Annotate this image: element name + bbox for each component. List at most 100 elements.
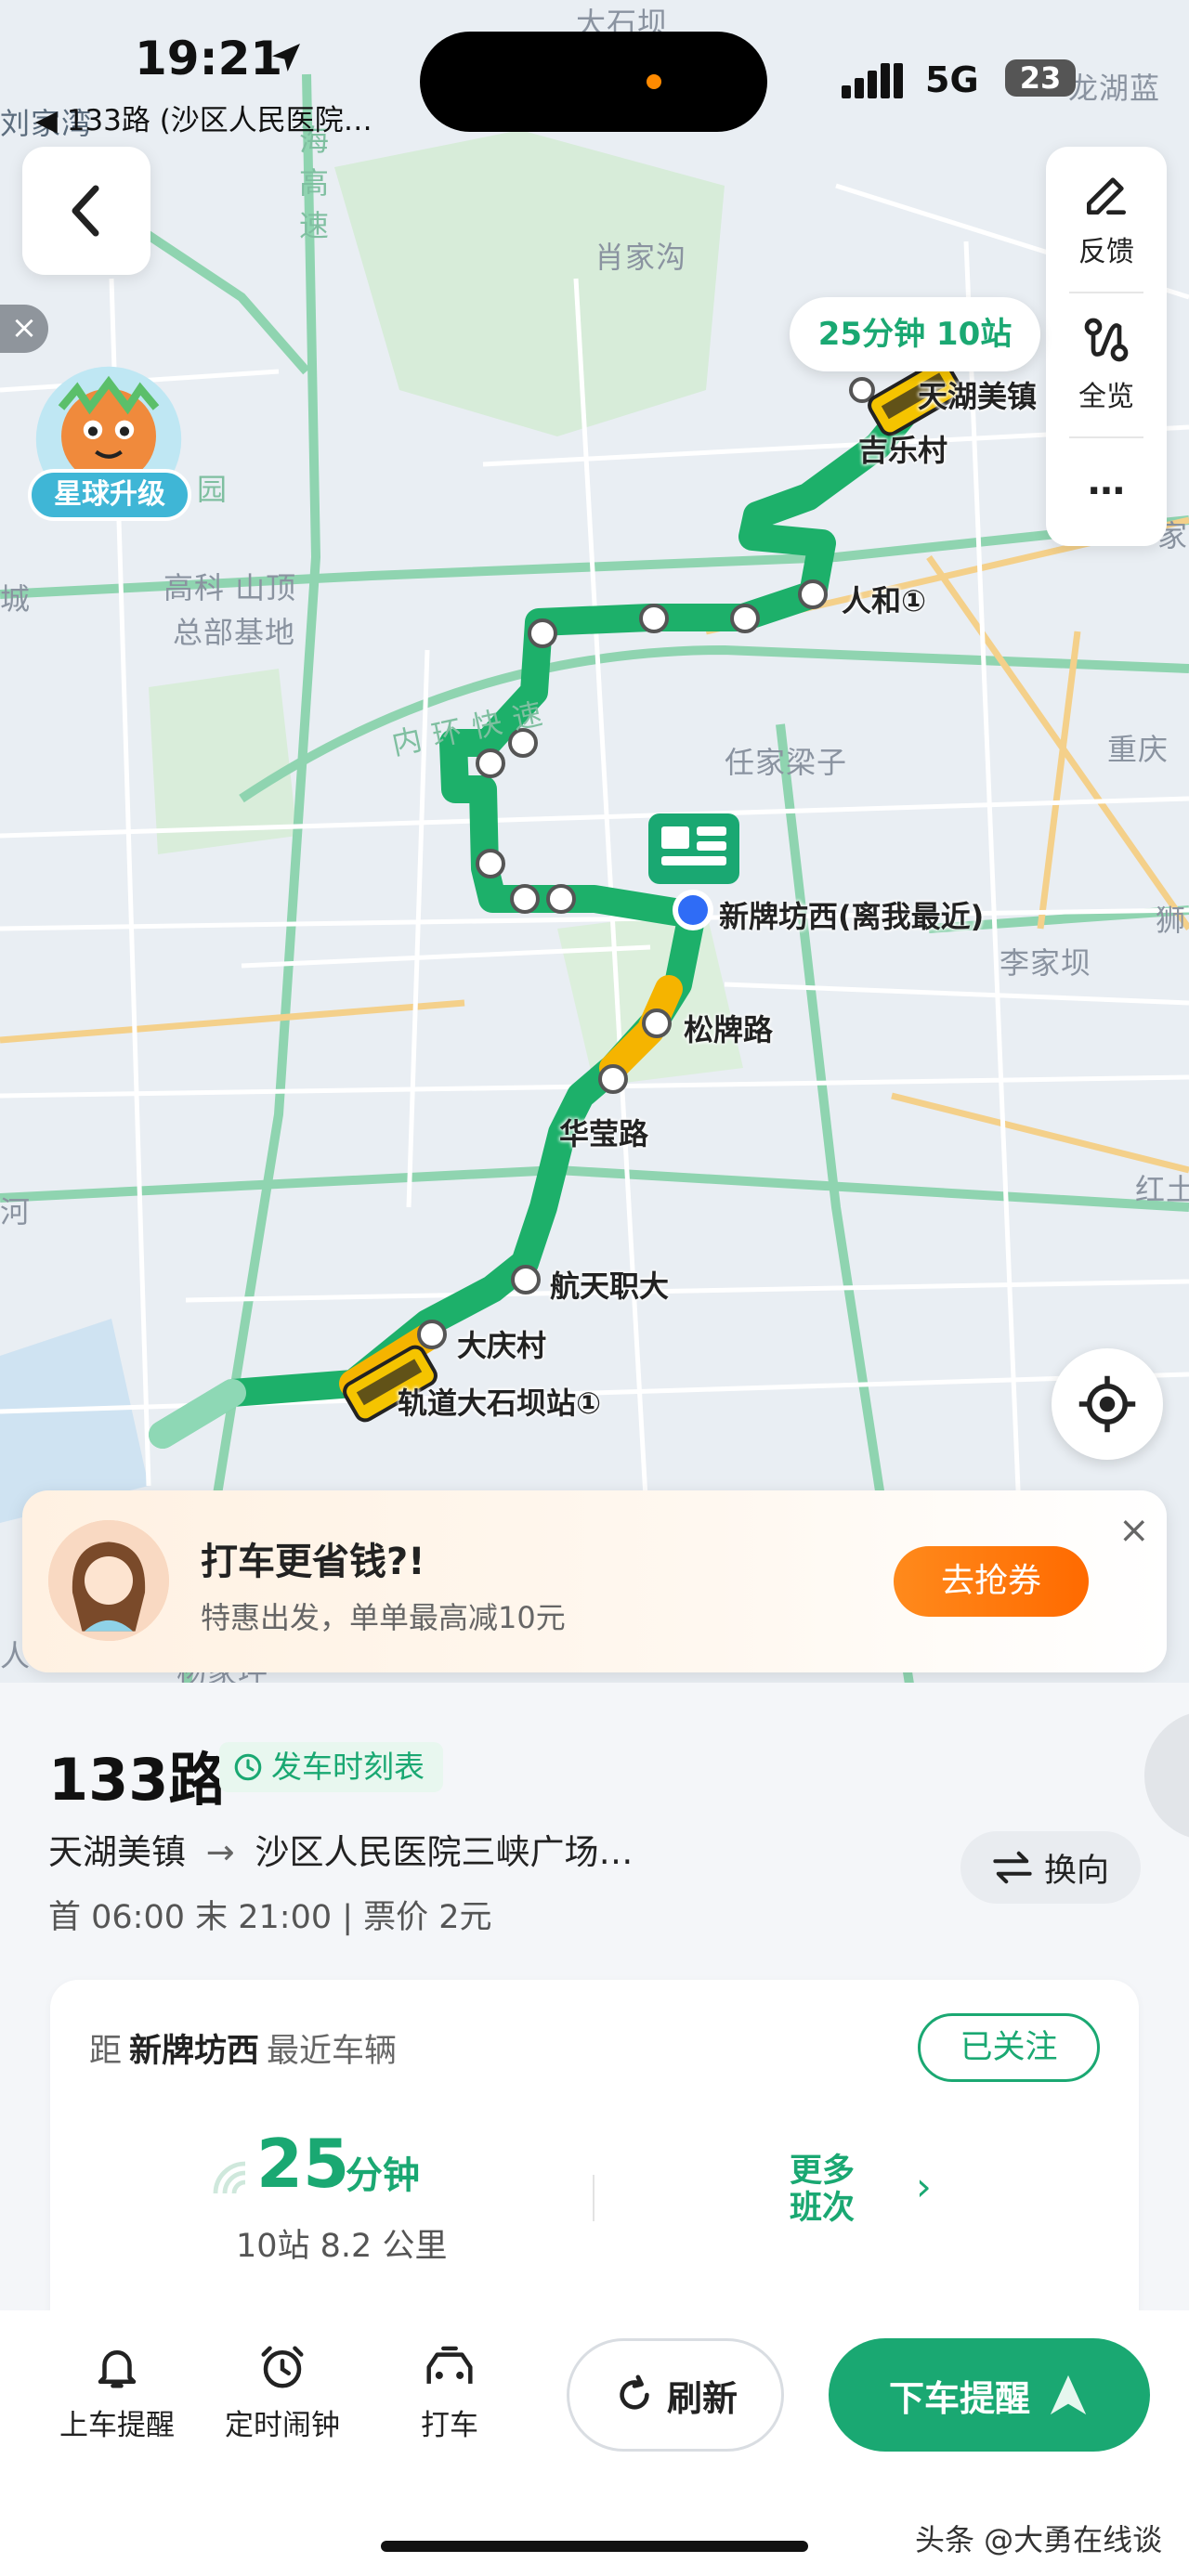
eta-minutes: 25 [256,2125,350,2203]
feedback-button[interactable]: 反馈 [1046,169,1167,269]
more-trips-button[interactable]: 更多 班次 [790,2153,855,2227]
toolbar-divider [1069,436,1143,438]
close-planet-button[interactable]: × [0,305,48,353]
alarm-button[interactable]: 定时闹钟 [219,2342,346,2443]
stop-label[interactable]: 天湖美镇 [918,373,1037,416]
stop-label[interactable]: 吉乐村 [858,427,947,470]
home-indicator [381,2541,808,2552]
map-label: 河 [0,1194,32,1229]
back-button[interactable] [22,147,150,275]
route-map[interactable]: 大石坝 刘家湾 海 高 速 肖家沟 龙湖蓝 园 高科 山顶 总部基地 城 家 内… [0,0,1189,1690]
girl-avatar-icon [48,1520,169,1641]
back-to-app-link[interactable]: ◀ 133路 (沙区人民医院… [35,97,372,138]
map-label: 总部基地 [173,615,296,650]
battery-icon: 23 [1005,59,1076,97]
status-time: 19:21 [135,32,283,85]
promo-subtitle: 特惠出发，单单最高减10元 [201,1600,566,1635]
route-number: 133路 [48,1746,227,1814]
direction-arrow: → [205,1832,235,1872]
live-signal-icon [213,2161,246,2194]
taxi-button[interactable]: 打车 [412,2342,487,2443]
route-schedule-fare: 首 06:00 末 21:00 | 票价 2元 [48,1899,492,1936]
alight-reminder-button[interactable]: 下车提醒 [829,2338,1150,2452]
map-label: 任家梁子 [725,745,848,780]
map-label: 高 [299,165,331,201]
map-toolbar: 反馈 全览 … [1046,147,1167,546]
map-label: 速 [299,208,331,243]
dynamic-island [420,32,767,132]
location-arrow-icon [272,44,300,72]
side-handle[interactable] [1144,1711,1189,1841]
eta-unit: 分钟 [346,2154,420,2197]
taxi-icon [426,2346,473,2384]
card-prefix: 距 [89,2033,123,2070]
map-label: 高科 山顶 [163,570,297,605]
locate-crosshair-icon [1078,1375,1136,1433]
more-button[interactable]: … [1046,461,1167,503]
watermark: 头条 @大勇在线谈 [915,2522,1163,2557]
map-label: 肖家沟 [594,240,687,275]
promo-avatar [48,1520,169,1641]
map-label: 龙湖蓝 [1068,71,1161,106]
boarding-reminder-button[interactable]: 上车提醒 [54,2342,180,2443]
stop-label[interactable]: 华莹路 [559,1111,648,1153]
alarm-clock-icon [261,2346,304,2388]
stop-label[interactable]: 松牌路 [684,1007,773,1049]
refresh-icon [620,2374,649,2410]
grab-coupon-button[interactable]: 去抢券 [894,1546,1089,1617]
swap-direction-button[interactable]: 换向 [960,1831,1141,1904]
timetable-label: 发车时刻表 [271,1749,425,1785]
recording-indicator-icon [647,74,661,89]
timetable-button[interactable]: 发车时刻表 [219,1742,443,1792]
alarm-label: 定时闹钟 [225,2409,340,2442]
map-label: 园 [197,472,229,507]
taxi-promo-banner[interactable]: 打车更省钱?! 特惠出发，单单最高减10元 去抢券 × [22,1490,1167,1672]
eta-bubble: 25分钟 10站 [790,297,1040,371]
nearest-vehicle-card: 距新牌坊西 最近车辆 已关注 25 分钟 10站 8.2 公里 更多 班次 › [50,1980,1139,2351]
promo-title: 打车更省钱?! [201,1541,425,1583]
card-station: 新牌坊西 [129,2033,260,2070]
map-label: 李家坝 [1000,945,1092,981]
stop-label[interactable]: 航天职大 [550,1263,669,1306]
overview-button[interactable]: 全览 [1046,314,1167,414]
eta-detail: 10站 8.2 公里 [236,2228,448,2265]
followed-button[interactable]: 已关注 [918,2013,1100,2082]
map-label: 城 [0,581,32,617]
swap-arrows-icon [993,1851,1032,1884]
planet-upgrade-badge[interactable]: 星球升级 [28,469,191,521]
clock-icon [234,1753,262,1781]
route-from: 天湖美镇 [48,1832,186,1872]
signal-icon [842,63,903,98]
map-label: 狮 [1156,903,1187,938]
alight-label: 下车提醒 [888,2377,1030,2419]
more-trips-line2: 班次 [790,2190,856,2227]
feedback-label: 反馈 [1078,236,1134,268]
stop-label[interactable]: 轨道大石坝站① [398,1380,601,1423]
swap-label: 换向 [1043,1852,1109,1890]
stop-label-current[interactable]: 新牌坊西(离我最近) [719,893,984,936]
locate-me-button[interactable] [1052,1348,1163,1460]
refresh-button[interactable]: 刷新 [567,2338,784,2452]
card-divider [593,2175,594,2221]
close-promo-button[interactable]: × [1118,1509,1150,1552]
refresh-label: 刷新 [666,2377,738,2419]
card-suffix: 最近车辆 [267,2033,398,2070]
map-label: 红土 [1135,1172,1189,1207]
boarding-label: 上车提醒 [59,2409,175,2442]
stop-label[interactable]: 人和① [842,578,926,620]
network-type: 5G [925,59,979,100]
chevron-right-icon[interactable]: › [916,2164,932,2209]
chevron-left-icon [72,185,99,237]
taxi-label: 打车 [421,2409,478,2442]
map-label: 重庆 [1107,732,1169,767]
navigation-arrow-icon [1050,2374,1087,2415]
route-to: 沙区人民医院三峡广场… [255,1832,634,1872]
more-trips-line1: 更多 [790,2153,856,2190]
bell-icon [98,2350,137,2388]
edit-pencil-icon [1087,177,1126,215]
stop-label[interactable]: 大庆村 [457,1322,546,1365]
overview-label: 全览 [1078,381,1134,413]
toolbar-divider [1069,292,1143,293]
route-direction: 天湖美镇 → 沙区人民医院三峡广场… [48,1824,634,1874]
route-overview-icon [1084,318,1129,362]
